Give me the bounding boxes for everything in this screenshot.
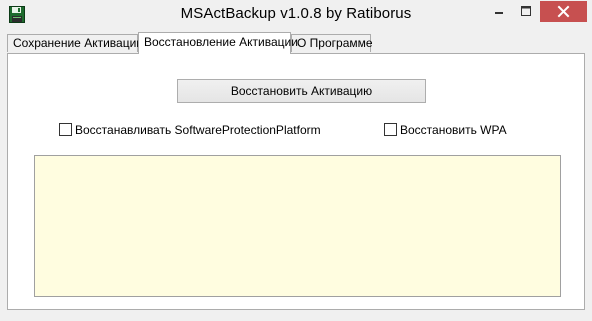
log-output-area[interactable] <box>34 155 561 297</box>
tab-label: О Программе <box>297 36 373 50</box>
restore-wpa-checkbox[interactable]: Восстановить WPA <box>384 123 507 139</box>
app-window: MSActBackup v1.0.8 by Ratiborus Сохранен… <box>0 0 592 321</box>
minimize-icon <box>495 12 503 14</box>
checkbox-box[interactable] <box>384 123 397 137</box>
close-button[interactable] <box>540 1 587 22</box>
tab-save-activation[interactable]: Сохранение Активации <box>7 34 143 52</box>
restore-tab-panel: Восстановить Активацию Восстанавливать S… <box>7 53 585 310</box>
tab-label: Восстановление Активации <box>144 35 298 49</box>
tab-label: Сохранение Активации <box>13 36 143 50</box>
checkbox-label: Восстанавливать SoftwareProtectionPlatfo… <box>75 123 321 137</box>
minimize-button[interactable] <box>486 1 512 22</box>
tab-restore-activation[interactable]: Восстановление Активации <box>138 32 298 54</box>
floppy-disk-icon[interactable] <box>9 6 25 23</box>
maximize-button[interactable] <box>513 1 539 22</box>
close-icon <box>557 5 570 18</box>
checkbox-label: Восстановить WPA <box>400 123 507 137</box>
restore-spp-checkbox[interactable]: Восстанавливать SoftwareProtectionPlatfo… <box>59 123 321 139</box>
maximize-icon <box>521 6 531 16</box>
restore-activation-button[interactable]: Восстановить Активацию <box>177 79 426 103</box>
checkbox-box[interactable] <box>59 123 72 137</box>
title-bar[interactable]: MSActBackup v1.0.8 by Ratiborus <box>0 0 592 31</box>
tab-about[interactable]: О Программе <box>291 34 373 52</box>
